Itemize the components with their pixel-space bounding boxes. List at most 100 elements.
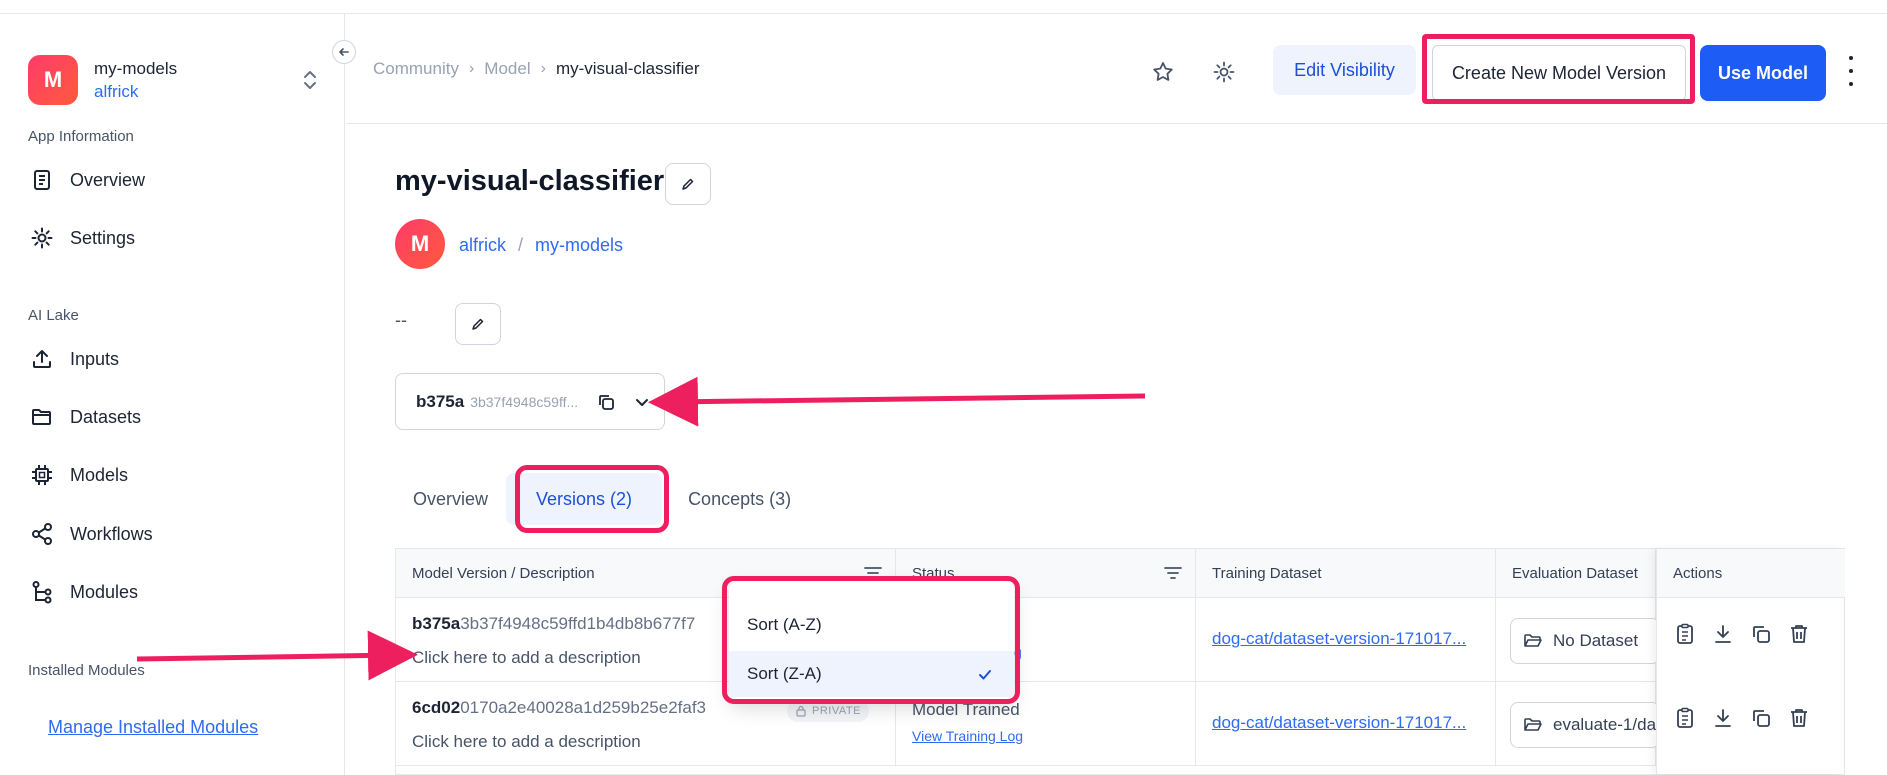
app-avatar: M [28, 55, 78, 105]
chevron-right-icon: › [468, 60, 475, 77]
app-link[interactable]: my-models [535, 235, 623, 256]
column-header-training-dataset: Training Dataset [1196, 549, 1496, 598]
chevron-down-icon[interactable] [634, 394, 650, 415]
sort-z-a-option[interactable]: Sort (Z-A) [729, 651, 1014, 697]
create-new-model-version-button[interactable]: Create New Model Version [1432, 45, 1686, 101]
sidebar-item-label: Settings [70, 227, 136, 248]
sidebar-item-workflows[interactable]: Workflows [30, 519, 153, 549]
more-vertical-icon[interactable] [1845, 56, 1857, 86]
sidebar-item-models[interactable]: Models [30, 460, 128, 490]
pencil-icon [682, 178, 694, 190]
version-hash: 3b37f4948c59ff... [470, 393, 579, 410]
use-model-button[interactable]: Use Model [1700, 45, 1826, 101]
chip-icon [32, 465, 52, 485]
badge-label: PRIVATE [812, 705, 861, 717]
table-row[interactable]: 6cd020170a2e40028a1d259b25e2faf3 PRIVATE… [396, 682, 1844, 766]
sidebar-item-overview[interactable]: Overview [30, 165, 145, 195]
copy-icon[interactable] [1749, 622, 1773, 651]
trash-icon[interactable] [1787, 622, 1811, 651]
app-switcher[interactable]: M my-models alfrick [28, 54, 318, 106]
version-description[interactable]: Click here to add a description [412, 648, 641, 668]
star-icon[interactable] [1147, 56, 1179, 88]
clipboard-icon[interactable] [1673, 706, 1697, 735]
app-name: my-models [94, 58, 178, 78]
header-label: Evaluation Dataset [1512, 565, 1638, 582]
header-label: Training Dataset [1212, 565, 1322, 582]
version-description[interactable]: Click here to add a description [412, 732, 641, 752]
copy-icon[interactable] [596, 392, 616, 417]
edit-title-button[interactable] [665, 163, 711, 205]
sidebar-item-settings[interactable]: Settings [30, 223, 135, 253]
sort-dropdown-menu: Sort (A-Z) Sort (Z-A) [729, 581, 1014, 702]
sidebar-item-modules[interactable]: Modules [30, 577, 138, 607]
page-title: my-visual-classifier [395, 165, 665, 197]
filter-icon[interactable] [1164, 565, 1182, 585]
evaluation-dataset-select[interactable]: No Dataset [1510, 618, 1660, 664]
version-id-rest: 3b37f4948c59ffd1b4db8b677f7 [460, 614, 696, 633]
sidebar: M my-models alfrick App Information Over… [0, 14, 345, 775]
edit-visibility-button[interactable]: Edit Visibility [1273, 45, 1416, 95]
version-id-rest: 0170a2e40028a1d259b25e2faf3 [460, 698, 707, 717]
column-header-actions: Actions [1657, 549, 1845, 598]
evaluation-dataset-select[interactable]: evaluate-1/da [1510, 702, 1660, 748]
gear-icon[interactable] [1208, 56, 1240, 88]
gear-icon [31, 227, 53, 249]
header-label: Model Version / Description [412, 565, 595, 582]
private-badge: PRIVATE [787, 700, 869, 722]
share-icon [32, 523, 52, 545]
training-log-link[interactable]: View Training Log [912, 728, 1023, 744]
trash-icon[interactable] [1787, 706, 1811, 735]
app-user-link[interactable]: alfrick [94, 82, 177, 102]
copy-icon[interactable] [1749, 706, 1773, 735]
training-log-link[interactable]: g [1014, 644, 1022, 660]
folder-open-icon [1524, 718, 1542, 731]
version-id[interactable]: 6cd020170a2e40028a1d259b25e2faf3 [412, 698, 706, 718]
header-label: Status [912, 565, 955, 582]
sidebar-item-datasets[interactable]: Datasets [30, 402, 141, 432]
owner-avatar: M [395, 219, 445, 269]
sidebar-item-label: Models [70, 464, 129, 485]
model-description: -- [395, 310, 407, 330]
tab-overview[interactable]: Overview [395, 473, 506, 525]
top-bar [0, 0, 1887, 14]
sidebar-item-label: Modules [70, 581, 139, 602]
collapse-sidebar-button[interactable] [332, 40, 356, 64]
version-id[interactable]: b375a3b37f4948c59ffd1b4db8b677f7 [412, 614, 695, 634]
actions-column: Actions [1656, 549, 1845, 774]
owner-breadcrumb: alfrick / my-models [459, 235, 623, 256]
table-row[interactable]: b375a3b37f4948c59ffd1b4db8b677f7 Click h… [396, 598, 1844, 682]
lock-icon [796, 705, 806, 717]
document-icon [34, 170, 50, 190]
evaluation-dataset-label: evaluate-1/da [1553, 715, 1657, 734]
training-dataset-link[interactable]: dog-cat/dataset-version-171017... [1212, 629, 1466, 649]
slash-separator: / [518, 235, 524, 255]
arrow-left-icon [339, 48, 349, 56]
chevron-updown-icon[interactable] [302, 68, 318, 97]
status-text: Model Trained [912, 700, 1020, 719]
chevron-right-icon: › [540, 60, 546, 77]
breadcrumb-model[interactable]: Model [484, 59, 530, 79]
row-actions [1673, 706, 1811, 735]
version-select[interactable]: b375a 3b37f4948c59ff... [395, 373, 665, 430]
clipboard-icon[interactable] [1673, 622, 1697, 651]
tab-concepts[interactable]: Concepts (3) [670, 473, 809, 525]
sort-a-z-option[interactable]: Sort (A-Z) [729, 602, 1014, 648]
folder-open-icon [1524, 634, 1542, 647]
download-icon[interactable] [1711, 622, 1735, 651]
version-short-id: b375a [416, 391, 465, 411]
download-icon[interactable] [1711, 706, 1735, 735]
breadcrumb: Community › Model › my-visual-classifier [373, 59, 700, 79]
training-dataset-cell: dog-cat/dataset-version-171017... [1196, 598, 1496, 682]
sidebar-item-label: Workflows [70, 523, 153, 544]
breadcrumb-community[interactable]: Community [373, 59, 459, 79]
installed-modules-label: Installed Modules [28, 662, 145, 679]
sidebar-item-inputs[interactable]: Inputs [30, 344, 119, 374]
evaluation-dataset-cell: No Dataset [1496, 598, 1660, 682]
version-id-short: b375a [412, 614, 461, 633]
evaluation-dataset-label: No Dataset [1553, 631, 1639, 650]
version-id-short: 6cd02 [412, 698, 461, 717]
manage-installed-modules-link[interactable]: Manage Installed Modules [48, 717, 258, 738]
edit-description-button[interactable] [455, 303, 501, 345]
owner-link[interactable]: alfrick [459, 235, 506, 256]
training-dataset-link[interactable]: dog-cat/dataset-version-171017... [1212, 713, 1466, 733]
